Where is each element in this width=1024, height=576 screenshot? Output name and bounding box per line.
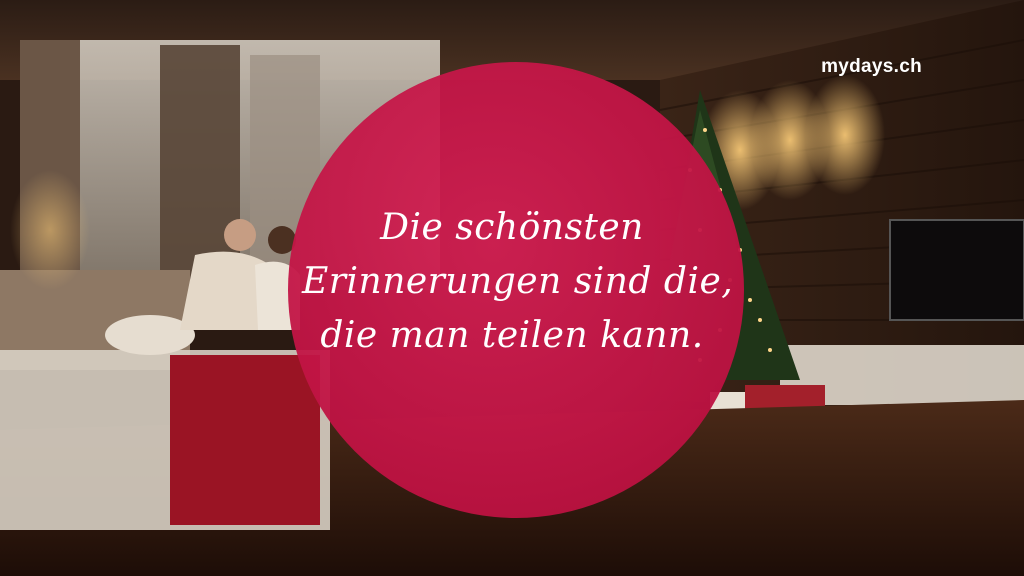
quote-line-1: Die schönsten (380, 207, 644, 248)
tv-icon (889, 219, 1024, 321)
quote-circle: Die schönsten Erinnerungen sind die, die… (288, 62, 744, 518)
quote-line-2: Erinnerungen sind die, (302, 261, 734, 302)
video-frame: Die schönsten Erinnerungen sind die, die… (0, 0, 1024, 576)
quote-text: Die schönsten Erinnerungen sind die, die… (302, 201, 734, 363)
quote-line-3: die man teilen kann. (320, 315, 704, 356)
brand-logo: mydays.ch (821, 56, 922, 77)
